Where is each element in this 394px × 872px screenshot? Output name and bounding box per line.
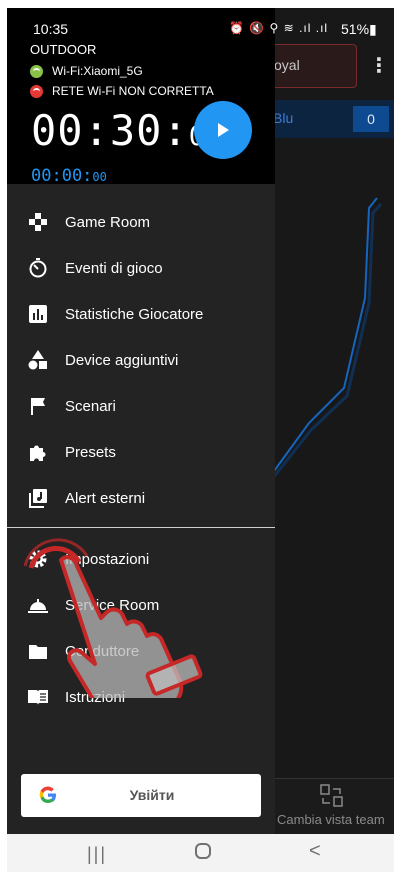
game-mode-label: OUTDOOR: [30, 42, 97, 57]
folder-icon: [29, 645, 47, 659]
background-score-chart: [269, 197, 383, 484]
switch-view-icon[interactable]: [319, 784, 345, 808]
navigation-drawer: OUTDOOR Wi-Fi:Xiaomi_5G RETE Wi-Fi NON C…: [7, 8, 275, 834]
overflow-menu-icon[interactable]: ⋮: [369, 52, 389, 80]
background-team-score: 0: [353, 106, 389, 132]
elapsed-timer-fraction: 00: [92, 170, 107, 184]
puzzle-icon: [30, 445, 46, 461]
book-icon: [28, 690, 48, 705]
menu-item-label: Statistiche Giocatore: [65, 306, 204, 323]
game-timer-main: 00:30:: [31, 106, 189, 155]
menu-item-label: Eventi di gioco: [65, 260, 163, 277]
menu-item-impostazioni[interactable]: Impostazioni: [7, 537, 275, 583]
switch-view-label[interactable]: Cambia vista team: [277, 812, 385, 827]
menu-item-service-room[interactable]: Service Room: [7, 583, 275, 629]
google-sign-in-button[interactable]: Увійти: [21, 774, 261, 817]
wifi-ok-icon: [30, 64, 43, 78]
background-team-label: Blu: [273, 110, 294, 126]
wifi-warning-row: RETE Wi-Fi NON CORRETTA: [30, 83, 214, 99]
battery-indicator: 51%▮: [341, 21, 377, 37]
service-bell-icon: [28, 599, 48, 613]
system-navigation-bar: ||| <: [7, 834, 394, 872]
elapsed-timer-main: 00:00:: [31, 166, 93, 186]
recent-apps-icon[interactable]: |||: [87, 844, 107, 865]
wifi-network-row: Wi-Fi:Xiaomi_5G: [30, 63, 143, 79]
menu-item-presets[interactable]: Presets: [7, 430, 275, 476]
phone-screen: oyal ⋮ Blu 0 Cambia vista team OUTDOOR W…: [7, 8, 394, 872]
flag-icon: [31, 398, 45, 415]
menu-item-eventi-di-gioco[interactable]: Eventi di gioco: [7, 246, 275, 292]
menu-item-game-room[interactable]: Game Room: [7, 200, 275, 246]
menu-item-label: Impostazioni: [65, 551, 150, 568]
menu-item-label: Device aggiuntivi: [65, 352, 179, 369]
play-button[interactable]: [194, 101, 252, 159]
menu-item-label: Conduttore: [65, 643, 140, 660]
play-icon: [218, 123, 229, 137]
status-bar: 10:35 ⏰ 🔇 ⚲ ≋ .ıl .ıl 51%▮: [7, 8, 394, 38]
menu-item-conduttore[interactable]: Conduttore: [7, 629, 275, 675]
elapsed-timer: 00:00:00: [31, 166, 107, 186]
menu-item-istruzioni[interactable]: Istruzioni: [7, 675, 275, 721]
wifi-network-name: Wi-Fi:Xiaomi_5G: [52, 64, 143, 78]
timer-icon: [29, 258, 47, 278]
menu-item-label: Scenari: [65, 398, 116, 415]
shapes-icon: [28, 350, 47, 370]
menu-item-label: Service Room: [65, 597, 160, 614]
back-icon[interactable]: <: [309, 840, 321, 863]
music-library-icon: [29, 489, 47, 508]
wifi-error-icon: [30, 84, 43, 98]
menu-item-device-aggiuntivi[interactable]: Device aggiuntivi: [7, 338, 275, 384]
bar-chart-icon: [29, 305, 47, 323]
status-icons: ⏰ 🔇 ⚲ ≋ .ıl .ıl: [229, 21, 329, 35]
menu-item-statistiche-giocatore[interactable]: Statistiche Giocatore: [7, 292, 275, 338]
menu-item-label: Istruzioni: [65, 689, 126, 706]
wifi-warning-text: RETE Wi-Fi NON CORRETTA: [52, 84, 214, 98]
status-time: 10:35: [33, 21, 69, 37]
background-header-button[interactable]: oyal: [269, 44, 357, 88]
menu-item-label: Alert esterni: [65, 490, 146, 507]
google-sign-in-label: Увійти: [129, 787, 175, 803]
menu-item-alert-esterni[interactable]: Alert esterni: [7, 476, 275, 522]
home-icon[interactable]: [195, 843, 211, 859]
menu-item-label: Game Room: [65, 214, 151, 231]
gear-icon: [29, 550, 47, 568]
menu-item-label: Presets: [65, 444, 116, 461]
menu-item-scenari[interactable]: Scenari: [7, 384, 275, 430]
gamepad-icon: [29, 213, 47, 231]
menu-divider: [7, 527, 275, 528]
